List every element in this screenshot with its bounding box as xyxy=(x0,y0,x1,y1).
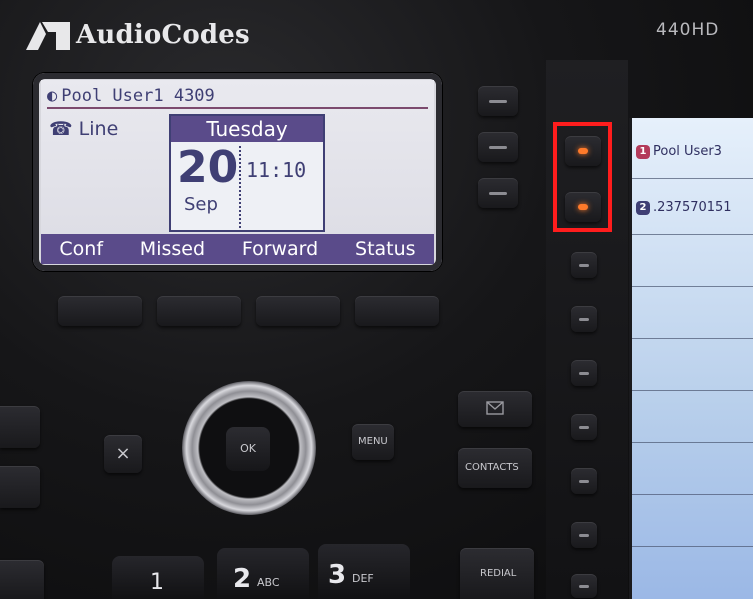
blf-key-6[interactable] xyxy=(571,414,597,440)
key-2[interactable]: 2 ABC xyxy=(217,548,309,599)
lcd-header: ◐ Pool User1 4309 xyxy=(47,85,428,109)
highlight-box xyxy=(553,122,612,232)
calendar-month: Sep xyxy=(184,194,218,215)
side-key-upper[interactable] xyxy=(0,406,40,448)
blf-entry-number: 1 xyxy=(636,144,650,159)
key-1[interactable]: 1 xyxy=(112,556,204,599)
blf-entry-1: 1 Pool User3 xyxy=(636,144,722,159)
softkey-forward[interactable]: Forward xyxy=(242,238,318,260)
model-label: 440HD xyxy=(656,20,720,40)
blf-key-4[interactable] xyxy=(571,306,597,332)
softkey-button-4[interactable] xyxy=(355,296,439,326)
brand-name: AudioCodes xyxy=(76,20,250,50)
line-status-icon: ◐ xyxy=(47,86,58,106)
softkey-bar: Conf Missed Forward Status xyxy=(41,234,434,264)
redial-button[interactable]: REDIAL xyxy=(460,548,534,599)
contacts-button[interactable]: CONTACTS xyxy=(458,448,532,488)
softkey-button-2[interactable] xyxy=(157,296,241,326)
contacts-label: CONTACTS xyxy=(465,462,519,473)
main-lcd-screen: ◐ Pool User1 4309 ☎ Line Tuesday 20 Sep … xyxy=(33,73,442,271)
key-2-letters: ABC xyxy=(257,576,280,589)
expansion-lcd-screen: 1 Pool User3 2 .237570151 xyxy=(629,118,753,599)
audiocodes-logo-icon xyxy=(26,18,70,52)
key-3[interactable]: 3 DEF xyxy=(318,544,410,599)
softkey-button-1[interactable] xyxy=(58,296,142,326)
brand-logo: AudioCodes xyxy=(26,18,250,52)
softkey-status[interactable]: Status xyxy=(355,238,416,260)
lcd-header-text: Pool User1 4309 xyxy=(61,86,215,106)
softkey-button-3[interactable] xyxy=(256,296,340,326)
key-3-letters: DEF xyxy=(352,572,374,585)
cancel-button[interactable]: × xyxy=(104,435,142,473)
blf-key-7[interactable] xyxy=(571,468,597,494)
side-key-bottom[interactable] xyxy=(0,560,44,599)
calendar-day: 20 xyxy=(177,142,239,193)
envelope-icon xyxy=(486,400,504,419)
blf-key-5[interactable] xyxy=(571,360,597,386)
key-3-digit: 3 xyxy=(328,560,347,590)
phone-icon: ☎ xyxy=(49,118,73,140)
close-icon: × xyxy=(115,443,131,464)
blf-entry-label: Pool User3 xyxy=(653,144,722,159)
calendar-divider xyxy=(239,146,241,228)
blf-entry-2: 2 .237570151 xyxy=(636,200,732,215)
calendar-widget: Tuesday 20 Sep 11:10 xyxy=(169,114,325,232)
messages-button[interactable] xyxy=(458,391,532,427)
menu-button[interactable]: MENU xyxy=(352,424,394,460)
redial-label: REDIAL xyxy=(480,568,517,579)
blf-entry-number: 2 xyxy=(636,200,650,215)
line-key-3[interactable] xyxy=(478,178,518,208)
calendar-weekday: Tuesday xyxy=(171,116,323,142)
softkey-missed[interactable]: Missed xyxy=(140,238,205,260)
menu-label: MENU xyxy=(358,436,388,447)
line-key-2[interactable] xyxy=(478,132,518,162)
side-key-lower[interactable] xyxy=(0,466,40,508)
blf-key-3[interactable] xyxy=(571,252,597,278)
blf-key-8[interactable] xyxy=(571,522,597,548)
calendar-time: 11:10 xyxy=(246,158,307,182)
line-indicator: ☎ Line xyxy=(49,118,118,140)
ip-phone-body: AudioCodes 440HD ◐ Pool User1 4309 ☎ Lin… xyxy=(0,0,753,599)
blf-entry-label: .237570151 xyxy=(653,200,732,215)
blf-key-9[interactable] xyxy=(571,574,597,598)
key-2-digit: 2 xyxy=(233,564,252,594)
key-1-digit: 1 xyxy=(150,570,164,595)
line-key-1[interactable] xyxy=(478,86,518,116)
line-label: Line xyxy=(78,118,119,140)
softkey-conf[interactable]: Conf xyxy=(59,238,103,260)
ok-button[interactable]: OK xyxy=(226,427,270,471)
